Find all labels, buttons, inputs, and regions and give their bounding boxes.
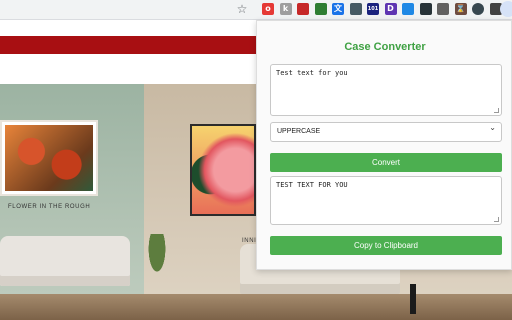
case-mode-select[interactable]: UPPERCASE ⌄ xyxy=(270,122,502,142)
floor xyxy=(0,294,512,320)
painting-right xyxy=(192,126,254,214)
convert-button[interactable]: Convert xyxy=(270,153,502,172)
popup-title: Case Converter xyxy=(344,41,426,53)
plant xyxy=(144,234,170,284)
bookmark-ext-icon[interactable] xyxy=(402,3,414,15)
input-textarea[interactable]: Test text for you xyxy=(270,64,502,116)
k-ext-icon[interactable]: k xyxy=(279,3,292,15)
case-mode-value: UPPERCASE xyxy=(277,128,321,135)
resize-grip-icon[interactable] xyxy=(494,217,499,222)
d-ext-icon[interactable]: D xyxy=(384,3,397,15)
translate-ext-icon[interactable]: 文 xyxy=(332,3,344,15)
globe-ext-icon[interactable] xyxy=(472,3,484,15)
hourglass-ext-icon[interactable]: ⌛ xyxy=(454,3,467,15)
painting-left xyxy=(5,125,93,191)
shield-ext-icon[interactable] xyxy=(297,3,309,15)
sofa-left xyxy=(0,236,130,286)
star-icon[interactable]: ☆ xyxy=(235,2,249,16)
checklist-ext-icon[interactable] xyxy=(349,3,362,15)
numbers-ext-icon[interactable]: 101 xyxy=(367,3,379,15)
painting-frame-right xyxy=(190,124,256,216)
active-extension-highlight[interactable] xyxy=(500,1,512,17)
output-textarea[interactable]: TEST TEXT FOR YOU xyxy=(270,176,502,225)
document-ext-icon[interactable] xyxy=(437,3,449,15)
lamp xyxy=(410,284,416,314)
opera-ext-icon[interactable]: o xyxy=(262,3,274,15)
copy-to-clipboard-button[interactable]: Copy to Clipboard xyxy=(270,236,502,255)
terminal-ext-icon[interactable] xyxy=(419,3,432,15)
resize-grip-icon[interactable] xyxy=(494,108,499,113)
chevron-down-icon: ⌄ xyxy=(489,123,496,132)
refresh-ext-icon[interactable] xyxy=(314,3,327,15)
painting-frame-left xyxy=(0,120,98,196)
painting-caption-left: FLOWER IN THE ROUGH xyxy=(8,204,91,210)
browser-toolbar: ☆ o k 文 101 D ⌛ xyxy=(0,0,512,20)
case-converter-popup: Case Converter Test text for you UPPERCA… xyxy=(256,20,512,270)
